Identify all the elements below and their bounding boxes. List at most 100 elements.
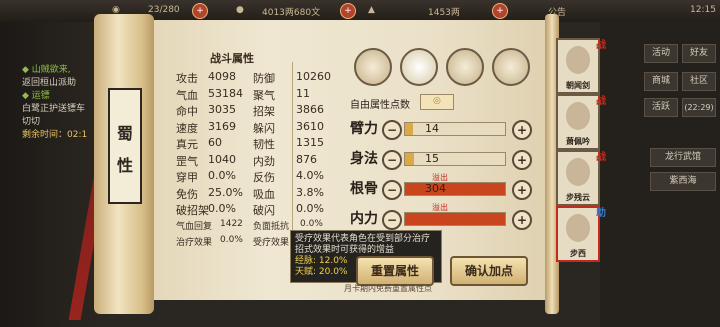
stat-value: 4098	[208, 70, 236, 83]
stat-label[interactable]: 罡气	[176, 153, 198, 169]
attribute-bar: 15	[404, 152, 506, 166]
coin-icon: ●	[236, 5, 244, 15]
companion-card[interactable]: 朝闻剑 战	[556, 38, 606, 94]
companion-card[interactable]: 步残云 战	[556, 150, 606, 206]
stat-label[interactable]: 受疗效果	[253, 235, 289, 248]
attribute-bar-fill	[405, 183, 505, 195]
attribute-tab-icon[interactable]	[400, 48, 438, 86]
increase-button[interactable]: +	[512, 210, 532, 230]
attribute-value: 15	[425, 152, 439, 165]
portrait	[566, 102, 590, 130]
companion-name: 萧佩吟	[566, 137, 590, 146]
menu-community[interactable]: 社区	[682, 72, 716, 91]
free-points-label: 自由属性点数	[350, 100, 410, 111]
companion-card-selected[interactable]: 步西 助	[556, 206, 606, 262]
menu-friends[interactable]: 好友	[682, 44, 716, 63]
decrease-button[interactable]: −	[382, 120, 402, 140]
character-hat-icon[interactable]	[354, 48, 392, 86]
tooltip-text: 受疗效果代表角色在受到部分治疗招式效果时可获得的增益	[295, 234, 431, 255]
increase-button[interactable]: +	[512, 180, 532, 200]
stat-value: 4.0%	[296, 169, 324, 182]
role-tag: 战	[596, 96, 606, 107]
attribute-bar	[404, 212, 506, 226]
yinyang-icon[interactable]	[446, 48, 484, 86]
menu-shop[interactable]: 商城	[644, 72, 678, 91]
menu-dragon-hall[interactable]: 龙行武馆	[650, 148, 716, 167]
reset-note: 月卡期内免费重置属性点	[344, 284, 432, 293]
stat-label[interactable]: 气血回复	[176, 219, 212, 232]
stat-label[interactable]: 治疗效果	[176, 235, 212, 248]
stat-label[interactable]: 命中	[176, 103, 198, 119]
confirm-points-button[interactable]: 确认加点	[450, 256, 528, 286]
stat-label[interactable]: 气血	[176, 87, 198, 103]
companion-card[interactable]: 萧佩吟 战	[556, 94, 606, 150]
decrease-button[interactable]: −	[382, 180, 402, 200]
stat-label[interactable]: 破闪	[253, 202, 275, 218]
stat-label[interactable]: 负面抵抗	[253, 219, 289, 232]
stat-label[interactable]: 反伤	[253, 169, 275, 185]
stat-value: 11	[296, 86, 310, 100]
quest-item[interactable]: 切切	[22, 114, 40, 127]
add-money-button[interactable]: +	[340, 3, 356, 19]
stat-label[interactable]: 吸血	[253, 186, 275, 202]
add-ingot-button[interactable]: +	[492, 3, 508, 19]
stat-label[interactable]: 攻击	[176, 70, 198, 86]
quest-item[interactable]: 返回桓山派助	[22, 75, 76, 88]
stat-value: 1315	[296, 136, 324, 149]
attribute-name: 身法	[350, 151, 378, 167]
attribute-bar-fill	[405, 123, 413, 135]
menu-active[interactable]: 活跃	[644, 98, 678, 117]
stat-value: 1422	[220, 218, 243, 229]
stat-value: 0.0%	[296, 202, 324, 215]
menu-west-sea[interactable]: 紫西海	[650, 172, 716, 191]
stat-label[interactable]: 内劲	[253, 153, 275, 169]
stat-value: 25.0%	[208, 185, 243, 199]
stat-label[interactable]: 免伤	[176, 186, 198, 202]
stat-label[interactable]: 招架	[253, 103, 275, 119]
stamina-value: 23/280	[148, 5, 180, 15]
role-tag: 战	[596, 152, 606, 163]
companion-name: 朝闻剑	[566, 81, 590, 90]
stat-value: 876	[296, 152, 317, 166]
attribute-name: 内力	[350, 211, 378, 227]
attribute-name: 臂力	[350, 121, 378, 137]
increase-button[interactable]: +	[512, 150, 532, 170]
stat-value: 3.8%	[296, 185, 324, 199]
stat-label[interactable]: 防御	[253, 70, 275, 86]
stat-label[interactable]: 韧性	[253, 136, 275, 152]
seal-char: 蜀	[116, 124, 133, 143]
stats-title: 战斗属性	[210, 52, 254, 65]
quest-item[interactable]: ◆ 山贼欲来,	[22, 62, 71, 75]
overflow-label: 溢出	[432, 203, 448, 212]
decrease-button[interactable]: −	[382, 150, 402, 170]
portrait	[566, 214, 590, 242]
attribute-bar: 14	[404, 122, 506, 136]
seal-char: 性	[116, 156, 133, 175]
stat-label[interactable]: 穿甲	[176, 169, 198, 185]
reset-attributes-button[interactable]: 重置属性	[356, 256, 434, 286]
attribute-value: 14	[425, 122, 439, 135]
stat-label[interactable]: 真元	[176, 136, 198, 152]
sect-seal: 蜀 性	[108, 88, 142, 204]
companion-name: 步西	[570, 249, 586, 258]
menu-activity[interactable]: 活动	[644, 44, 678, 63]
quest-item[interactable]: ◆ 运镖	[22, 88, 50, 101]
meridian-icon[interactable]	[492, 48, 530, 86]
increase-button[interactable]: +	[512, 120, 532, 140]
stat-value: 0.0%	[220, 235, 243, 245]
stat-label[interactable]: 速度	[176, 120, 198, 136]
portrait	[566, 158, 590, 186]
ingot-icon: ▲	[368, 5, 375, 15]
stat-value: 60	[208, 136, 222, 149]
money-value: 4013两680文	[262, 8, 321, 18]
decrease-button[interactable]: −	[382, 210, 402, 230]
stat-label[interactable]: 破招架	[176, 202, 209, 218]
add-stamina-button[interactable]: +	[192, 3, 208, 19]
stat-label[interactable]: 聚气	[253, 87, 275, 103]
quest-item[interactable]: 白鹭正护送镖车	[22, 101, 85, 114]
stat-value: 0.0%	[208, 169, 236, 182]
clock-time: 12:15	[690, 5, 716, 15]
stat-value: 3610	[296, 119, 324, 133]
stat-label[interactable]: 躲闪	[253, 120, 275, 136]
right-menu: 活动 好友 商城 社区 活跃 (22:29) 龙行武馆 紫西海	[600, 22, 720, 327]
